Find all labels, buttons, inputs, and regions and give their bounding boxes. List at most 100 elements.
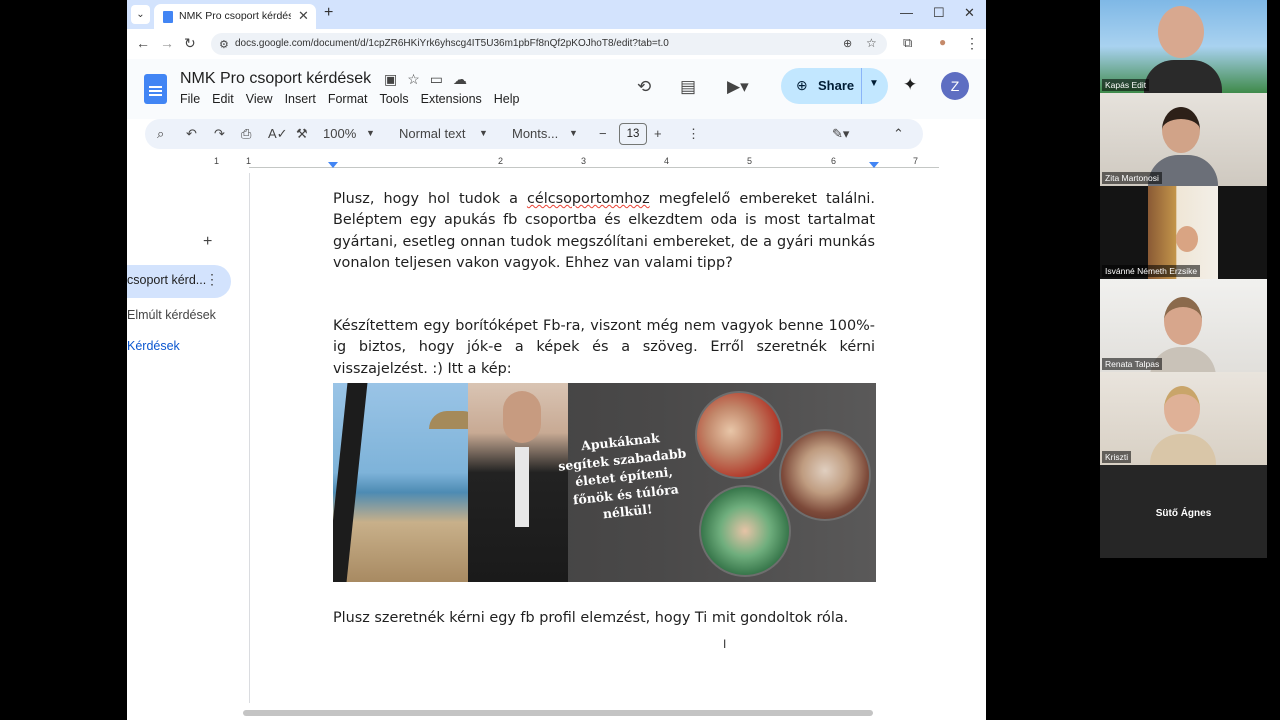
menu-extensions[interactable]: Extensions <box>421 92 482 106</box>
family-photo-circle <box>699 485 791 578</box>
menu-view[interactable]: View <box>246 92 273 106</box>
tab-options-icon[interactable]: ⋮ <box>205 271 219 288</box>
outline-heading[interactable]: Elmúlt kérdések <box>127 308 216 322</box>
page-edge <box>249 173 250 703</box>
reload-icon[interactable]: ↻ <box>184 35 196 52</box>
right-indent-marker[interactable] <box>869 162 879 168</box>
add-tab-icon[interactable]: + <box>203 233 212 251</box>
account-avatar[interactable]: Z <box>941 72 969 100</box>
close-window-icon[interactable]: ✕ <box>964 5 975 21</box>
participant-tile[interactable]: Kriszti <box>1100 372 1267 465</box>
menu-bar: File Edit View Insert Format Tools Exten… <box>180 92 520 106</box>
participant-tile[interactable]: Isvánné Németh Erzsike <box>1100 186 1267 279</box>
man-shirt <box>515 447 529 528</box>
empty-line <box>333 295 875 316</box>
participant-head <box>1158 6 1204 58</box>
style-dropdown-icon[interactable]: ▼ <box>479 128 488 138</box>
site-info-icon[interactable]: ⚙ <box>219 38 229 51</box>
decrease-font-size-icon[interactable]: − <box>599 126 607 141</box>
tab-close-icon[interactable]: ✕ <box>298 8 309 24</box>
ruler-number: 1 <box>246 156 252 166</box>
cloud-status-icon[interactable]: ☁ <box>453 71 477 87</box>
participant-name: Kriszti <box>1102 451 1132 463</box>
new-tab-button[interactable]: + <box>324 4 333 22</box>
paint-format-icon[interactable]: ⚒ <box>296 126 308 142</box>
url-text: docs.google.com/document/d/1cpZR6HKiYrk6… <box>235 38 669 49</box>
share-dropdown-icon[interactable]: ▼ <box>869 78 879 89</box>
back-icon[interactable]: ← <box>136 35 150 51</box>
address-bar[interactable]: ⚙ docs.google.com/document/d/1cpZR6HKiYr… <box>211 33 887 55</box>
redo-icon[interactable]: ↷ <box>214 126 225 142</box>
version-history-icon[interactable]: ⟲ <box>637 77 651 97</box>
horizontal-scrollbar[interactable] <box>243 710 873 716</box>
ruler-number: 3 <box>581 156 587 166</box>
more-tools-icon[interactable]: ⋮ <box>687 126 700 142</box>
menu-tools[interactable]: Tools <box>379 92 408 106</box>
zoom-icon[interactable]: ⊕ <box>843 37 852 50</box>
browser-tab[interactable]: NMK Pro csoport kérdések - Go ✕ <box>154 4 316 29</box>
spellcheck-icon[interactable]: A✓ <box>268 126 288 142</box>
search-menus-icon[interactable]: ⌕ <box>157 126 164 142</box>
font-size-input[interactable]: 13 <box>619 123 647 145</box>
participant-body <box>1150 434 1216 465</box>
participant-tile[interactable]: Zita Martonosi <box>1100 93 1267 186</box>
document-body[interactable]: Plusz, hogy hol tudok a célcsoportomhoz … <box>333 189 876 650</box>
tab-search-button[interactable]: ⌄ <box>131 5 150 24</box>
participant-body <box>1144 60 1222 93</box>
style-select[interactable]: Normal text <box>399 126 465 141</box>
browser-menu-icon[interactable]: ⋮ <box>965 35 979 52</box>
extensions-icon[interactable]: ⧉ <box>903 35 912 51</box>
left-indent-marker[interactable] <box>328 162 338 168</box>
font-dropdown-icon[interactable]: ▼ <box>569 128 578 138</box>
menu-help[interactable]: Help <box>494 92 520 106</box>
paragraph-3[interactable]: Plusz szeretnék kérni egy fb profil elem… <box>333 608 875 629</box>
minimize-icon[interactable]: — <box>900 5 913 20</box>
zoom-dropdown-icon[interactable]: ▼ <box>366 128 375 138</box>
share-label: Share <box>818 78 855 93</box>
zoom-select[interactable]: 100% <box>323 126 356 141</box>
menu-file[interactable]: File <box>180 92 200 106</box>
profile-icon[interactable]: ● <box>939 35 946 49</box>
couple-photo-circle <box>779 429 871 522</box>
hide-menus-icon[interactable]: ⌃ <box>893 126 904 142</box>
menu-format[interactable]: Format <box>328 92 368 106</box>
bookmark-star-icon[interactable]: ☆ <box>866 36 877 50</box>
maximize-icon[interactable]: ☐ <box>933 5 945 21</box>
editing-mode-icon[interactable]: ✎▾ <box>832 126 849 142</box>
font-select[interactable]: Monts... <box>512 126 558 141</box>
document-title[interactable]: NMK Pro csoport kérdések <box>180 70 371 88</box>
forward-icon[interactable]: → <box>160 35 174 51</box>
offline-icon[interactable]: ▣ <box>384 71 407 87</box>
outline-tab-active[interactable]: csoport kérd... ⋮ <box>127 265 231 298</box>
participant-tile[interactable]: Sütő Ágnes <box>1100 465 1267 558</box>
share-button[interactable]: ⊕ Share ▼ <box>781 68 888 104</box>
participant-name: Kapás Edit <box>1102 79 1150 91</box>
ruler-number: 2 <box>498 156 504 166</box>
meet-icon[interactable]: ▶▾ <box>727 77 749 97</box>
participant-head <box>1176 226 1198 252</box>
undo-icon[interactable]: ↶ <box>186 126 197 142</box>
print-icon[interactable]: ⎙ <box>241 126 251 142</box>
paragraph-1[interactable]: Plusz, hogy hol tudok a célcsoportomhoz … <box>333 189 875 274</box>
comments-icon[interactable]: ▤ <box>680 77 696 97</box>
cover-image[interactable]: Apukáknak segítek szabadabb életet építe… <box>333 383 876 583</box>
participant-tile[interactable]: Renata Talpas <box>1100 279 1267 372</box>
participant-head <box>1162 107 1200 153</box>
menu-insert[interactable]: Insert <box>285 92 316 106</box>
ruler-number: 4 <box>664 156 670 166</box>
participant-head <box>1164 297 1202 345</box>
ruler[interactable]: 1 1 2 3 4 5 6 7 <box>214 155 939 173</box>
ruler-number: 6 <box>831 156 837 166</box>
menu-edit[interactable]: Edit <box>212 92 234 106</box>
increase-font-size-icon[interactable]: + <box>654 126 662 141</box>
family-photo-circle <box>695 391 783 480</box>
participant-tile[interactable]: Kapás Edit <box>1100 0 1267 93</box>
outline-heading[interactable]: Kérdések <box>127 339 180 353</box>
paragraph-2[interactable]: Készítettem egy borítóképet Fb-ra, viszo… <box>333 316 875 380</box>
move-folder-icon[interactable]: ▭ <box>430 71 453 87</box>
misspelled-word[interactable]: célcsoportomhoz <box>527 191 650 207</box>
ruler-number: 7 <box>913 156 919 166</box>
google-docs-logo-icon[interactable] <box>144 74 167 104</box>
star-icon[interactable]: ☆ <box>407 71 430 87</box>
gemini-icon[interactable]: ✦ <box>903 75 917 95</box>
